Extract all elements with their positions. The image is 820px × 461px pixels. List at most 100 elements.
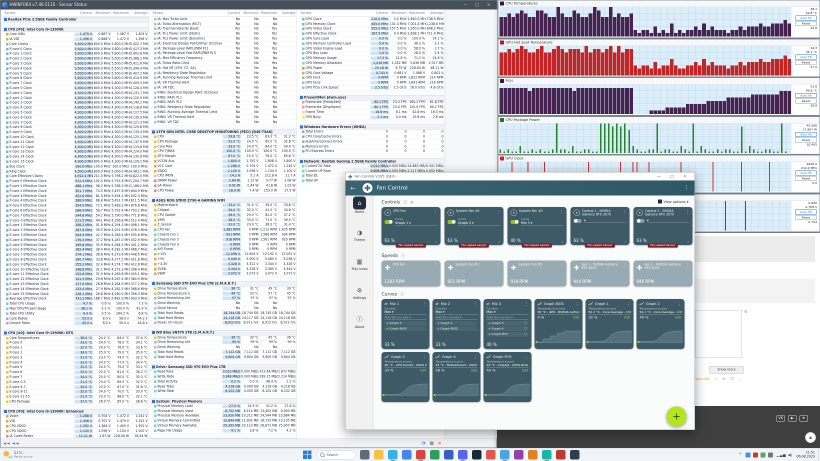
taskbar-icon-app-slate[interactable]: [570, 450, 580, 460]
kebab-menu-icon[interactable]: ⋮: [525, 302, 529, 307]
control-card[interactable]: System Fan #1⋮CurveGraph 2 ▾63 %⌄Fan spe…: [445, 207, 504, 245]
temperature-source-select[interactable]: 52.1 °C - Core Average - 13th Gen In… ▾: [589, 311, 631, 315]
sensor-section-row[interactable]: Realtek PCIe 2.5GbE Family Controller: [3, 17, 149, 22]
temperature-source-select[interactable]: 34 °C - Chipset - ASUS ROG STRIX Z… ▾: [487, 364, 529, 368]
curve-select[interactable]: Mix 3 ▾: [521, 221, 564, 226]
taskbar-icon-discord[interactable]: [458, 450, 468, 460]
checkbox-icon[interactable]: ☐: [524, 333, 527, 337]
kebab-menu-icon[interactable]: ⋮: [686, 210, 690, 217]
enable-toggle[interactable]: [385, 220, 393, 224]
kebab-menu-icon[interactable]: ⋮: [423, 355, 427, 360]
curve-card[interactable]: Graph PCH⋮Temperature source34 °C - Chip…: [484, 352, 532, 402]
speed-card[interactable]: CPU Fan⋮1382 RPM: [382, 261, 441, 287]
taskbar-icon-app-sky[interactable]: [500, 450, 510, 460]
sidebar-item-tray-icons[interactable]: ▦Tray icons: [346, 255, 374, 284]
gear-icon[interactable]: ⚙: [744, 310, 748, 315]
auto-fit-button[interactable]: Auto Fit: [795, 209, 817, 214]
sensor-section-row[interactable]: CPU [#0]: Intel Core i9-13900K: [3, 27, 149, 32]
speed-card[interactable]: Fan 2 - NVIDIA GeForce RTX 3070⋮946 RPM: [634, 261, 693, 287]
grid-icon[interactable]: ▦: [429, 441, 433, 446]
kebab-menu-icon[interactable]: ⋮: [474, 302, 478, 307]
taskbar-icon-app-red[interactable]: [416, 450, 426, 460]
taskbar-icon-app-orange[interactable]: [528, 450, 538, 460]
auto-fit-button[interactable]: Auto Fit: [795, 132, 817, 137]
curve-card[interactable]: Graph BIOS⋮Temperature source30 °C - GPU…: [535, 299, 583, 349]
temperature-source-select[interactable]: 30 °C - GPU - NVIDIA GeForce RTX 30… ▾: [538, 311, 580, 315]
taskbar-clock[interactable]: 21:51 06.08.2023: [796, 451, 815, 459]
taskbar-icon-task-view[interactable]: [360, 450, 370, 460]
function-select[interactable]: Max ▾: [436, 311, 478, 315]
edit-button[interactable]: Edit: [675, 316, 681, 320]
kebab-menu-icon[interactable]: ⋮: [560, 210, 564, 217]
curve-select[interactable]: ▾: [584, 219, 627, 224]
back-arrow-icon[interactable]: ←: [351, 185, 356, 192]
curve-chip[interactable]: + Graph PCH☐: [487, 332, 529, 337]
control-card[interactable]: System Fan #2⋮CurveMix 3 ▾40 %⌄Fan speed…: [508, 207, 567, 245]
add-fan-curves-select[interactable]: Add fan curves ▾: [436, 316, 478, 320]
kebab-menu-icon[interactable]: ⋮: [423, 302, 427, 307]
kebab-menu-icon[interactable]: ⋮: [623, 263, 627, 273]
curve-chip[interactable]: + Graph 4☐: [487, 327, 529, 332]
info-icon[interactable]: ⓘ: [401, 253, 405, 259]
curve-chip[interactable]: + Graph BIOS: [385, 327, 427, 332]
fancontrol-titlebar[interactable]: Fan Control V195 (DEV) — ▢ ×: [346, 173, 695, 181]
auto-fit-button[interactable]: Auto Fit: [795, 54, 817, 59]
edit-button[interactable]: Edit: [573, 316, 579, 320]
social-icon-▶[interactable]: ▶: [788, 415, 797, 422]
curve-card[interactable]: Graph 1⋮Temperature source52.1 °C - Core…: [586, 299, 634, 349]
search-input[interactable]: Search: [317, 450, 356, 459]
clock-icon[interactable]: ◔: [422, 441, 426, 446]
checkbox-icon[interactable]: ☐: [524, 327, 527, 331]
auto-fit-button[interactable]: Auto Fit: [795, 171, 817, 176]
start-button[interactable]: [303, 450, 312, 459]
checkbox-icon[interactable]: ☐: [524, 322, 527, 326]
sensor-section-row[interactable]: Drive: Samsung SSD 970 EVO Plus 1TB: [151, 364, 297, 369]
curve-select[interactable]: Graph 1 ▾: [395, 221, 438, 226]
hwinfo-window-buttons[interactable]: — □ ×: [463, 1, 493, 10]
kebab-menu-icon[interactable]: ⋮: [497, 263, 501, 273]
sensor-section-row[interactable]: Windows Hardware Errors (WHEA): [299, 124, 445, 129]
curve-point[interactable]: [434, 394, 436, 396]
curve-point[interactable]: [383, 394, 385, 396]
curve-select[interactable]: ▾: [647, 219, 690, 224]
kebab-menu-icon[interactable]: ⋮: [627, 302, 631, 307]
edit-button[interactable]: Edit: [420, 369, 426, 373]
curve-card[interactable]: Graph 4⋮Temperature source33 °C - Mother…: [433, 352, 481, 402]
expand-caret-icon[interactable]: ⌄: [435, 240, 438, 244]
kebab-menu-icon[interactable]: ⋮: [434, 263, 438, 273]
expand-caret-icon[interactable]: ⌄: [624, 240, 627, 244]
taskbar-weather-widget[interactable]: ☁ 21°C Partly sunny: [3, 450, 33, 459]
kebab-menu-icon[interactable]: ⋮: [686, 263, 690, 273]
sidebar-item-home[interactable]: ⌂Home: [346, 197, 374, 226]
tray-gray-icon[interactable]: [768, 452, 773, 457]
social-icon-➤[interactable]: ➤: [800, 415, 809, 422]
add-fan-curves-select[interactable]: Add fan curves ▾: [385, 316, 427, 320]
mix-card[interactable]: ⇄Mix 2⋮FunctionMax ▾Add fan curves ▾+ Gr…: [433, 299, 481, 349]
sensor-section-row[interactable]: 13TH GEN INTEL CORE DESKTOP MONITORING (…: [151, 129, 297, 134]
fancontrol-window-buttons[interactable]: — ▢ ×: [657, 173, 691, 181]
enable-toggle[interactable]: [574, 219, 582, 223]
kebab-menu-icon[interactable]: ⋮: [434, 210, 438, 217]
curve-card[interactable]: Graph 2⋮Temperature source52.1 °C - Core…: [637, 299, 685, 349]
curve-point[interactable]: [536, 341, 538, 343]
curve-chip[interactable]: + Graph 3☐: [487, 321, 529, 326]
function-select[interactable]: Max ▾: [385, 311, 427, 315]
close-icon[interactable]: ×: [438, 441, 442, 446]
temperature-source-select[interactable]: 40 °C - CPU Socket - ASUS ROG STR… ▾: [385, 364, 427, 368]
network-volume-icons[interactable]: ▁▃▅ ◀): [777, 453, 793, 457]
kebab-menu-icon[interactable]: ⋮: [525, 355, 529, 360]
sensor-section-row[interactable]: ASUS ROG STRIX Z790-A GAMING WIFI: [151, 198, 297, 203]
taskbar-icon-app-purple[interactable]: [514, 450, 524, 460]
sidebar-item-theme[interactable]: ◑Theme: [346, 226, 374, 255]
disable-all-icon[interactable]: ⊘: [410, 200, 413, 205]
curve-card[interactable]: Graph 3⋮Temperature source40 °C - CPU So…: [382, 352, 430, 402]
tray-blue-icon[interactable]: [746, 452, 751, 457]
speed-card[interactable]: Fan 1 - NVIDIA GeForce RTX 3070⋮944 RPM: [571, 261, 630, 287]
sensor-section-row[interactable]: System: Physical Memory: [151, 399, 297, 404]
control-card[interactable]: CPU Fan⋮CurveGraph 1 ▾63 %⌄Fan speed sen…: [382, 207, 441, 245]
kebab-menu-icon[interactable]: ⋮: [623, 210, 627, 217]
curve-select[interactable]: Graph 2 ▾: [458, 221, 501, 226]
curve-point[interactable]: [485, 394, 487, 396]
curve-chip[interactable]: + Graph BIOS: [436, 327, 478, 332]
sensor-section-row[interactable]: Samsung SSD 970 EVO Plus 1TB (S.M.A.R.T.…: [151, 281, 297, 286]
